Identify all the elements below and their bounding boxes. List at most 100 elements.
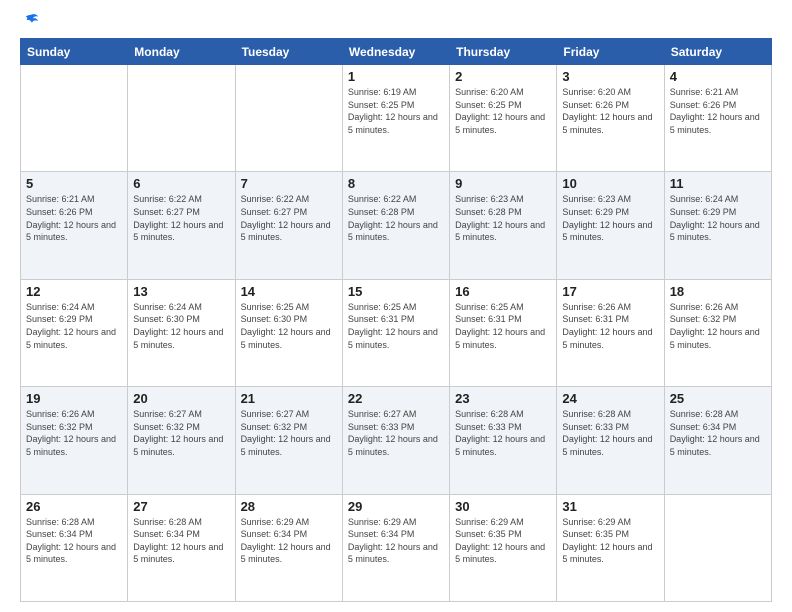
day-info: Sunrise: 6:28 AMSunset: 6:33 PMDaylight:… — [455, 408, 551, 458]
calendar-cell: 26 Sunrise: 6:28 AMSunset: 6:34 PMDayligh… — [21, 494, 128, 601]
day-number: 24 — [562, 391, 658, 406]
day-number: 31 — [562, 499, 658, 514]
calendar-header-saturday: Saturday — [664, 39, 771, 65]
calendar-cell: 2 Sunrise: 6:20 AMSunset: 6:25 PMDaylight… — [450, 65, 557, 172]
day-info: Sunrise: 6:28 AMSunset: 6:33 PMDaylight:… — [562, 408, 658, 458]
day-info: Sunrise: 6:22 AMSunset: 6:28 PMDaylight:… — [348, 193, 444, 243]
day-number: 13 — [133, 284, 229, 299]
calendar-cell: 21 Sunrise: 6:27 AMSunset: 6:32 PMDayligh… — [235, 387, 342, 494]
calendar-header-wednesday: Wednesday — [342, 39, 449, 65]
day-info: Sunrise: 6:29 AMSunset: 6:35 PMDaylight:… — [562, 516, 658, 566]
day-number: 6 — [133, 176, 229, 191]
day-info: Sunrise: 6:28 AMSunset: 6:34 PMDaylight:… — [670, 408, 766, 458]
calendar-cell: 27Sunrise: 6:28 AMSunset: 6:34 PMDayligh… — [128, 494, 235, 601]
calendar-cell — [21, 65, 128, 172]
day-info: Sunrise: 6:26 AMSunset: 6:32 PMDaylight:… — [26, 408, 122, 458]
day-number: 28 — [241, 499, 337, 514]
day-number: 10 — [562, 176, 658, 191]
day-info: Sunrise: 6:25 AMSunset: 6:31 PMDaylight:… — [348, 301, 444, 351]
day-info: Sunrise: 6:24 AMSunset: 6:29 PMDaylight:… — [670, 193, 766, 243]
calendar-cell: 23 Sunrise: 6:28 AMSunset: 6:33 PMDayligh… — [450, 387, 557, 494]
calendar-cell: 3Sunrise: 6:20 AMSunset: 6:26 PMDaylight… — [557, 65, 664, 172]
day-number: 5 — [26, 176, 122, 191]
calendar-cell: 22 Sunrise: 6:27 AMSunset: 6:33 PMDayligh… — [342, 387, 449, 494]
calendar-cell: 15Sunrise: 6:25 AMSunset: 6:31 PMDayligh… — [342, 279, 449, 386]
calendar-cell: 7Sunrise: 6:22 AMSunset: 6:27 PMDaylight… — [235, 172, 342, 279]
logo-bird-icon — [22, 12, 40, 30]
calendar-week-row: 26 Sunrise: 6:28 AMSunset: 6:34 PMDayligh… — [21, 494, 772, 601]
day-number: 2 — [455, 69, 551, 84]
day-number: 18 — [670, 284, 766, 299]
day-info: Sunrise: 6:23 AMSunset: 6:29 PMDaylight:… — [562, 193, 658, 243]
day-info: Sunrise: 6:21 AMSunset: 6:26 PMDaylight:… — [26, 193, 122, 243]
day-info: Sunrise: 6:22 AMSunset: 6:27 PMDaylight:… — [133, 193, 229, 243]
calendar-cell: 18 Sunrise: 6:26 AMSunset: 6:32 PMDayligh… — [664, 279, 771, 386]
calendar-cell: 19Sunrise: 6:26 AMSunset: 6:32 PMDayligh… — [21, 387, 128, 494]
calendar-cell: 10 Sunrise: 6:23 AMSunset: 6:29 PMDayligh… — [557, 172, 664, 279]
day-info: Sunrise: 6:25 AMSunset: 6:31 PMDaylight:… — [455, 301, 551, 351]
calendar-table: SundayMondayTuesdayWednesdayThursdayFrid… — [20, 38, 772, 602]
calendar-cell: 25 Sunrise: 6:28 AMSunset: 6:34 PMDayligh… — [664, 387, 771, 494]
day-number: 11 — [670, 176, 766, 191]
calendar-cell: 13Sunrise: 6:24 AMSunset: 6:30 PMDayligh… — [128, 279, 235, 386]
calendar-cell: 24 Sunrise: 6:28 AMSunset: 6:33 PMDayligh… — [557, 387, 664, 494]
day-info: Sunrise: 6:28 AMSunset: 6:34 PMDaylight:… — [26, 516, 122, 566]
day-number: 12 — [26, 284, 122, 299]
calendar-cell: 5 Sunrise: 6:21 AMSunset: 6:26 PMDaylight… — [21, 172, 128, 279]
day-number: 29 — [348, 499, 444, 514]
day-info: Sunrise: 6:27 AMSunset: 6:32 PMDaylight:… — [133, 408, 229, 458]
day-number: 21 — [241, 391, 337, 406]
day-number: 22 — [348, 391, 444, 406]
calendar-cell: 30 Sunrise: 6:29 AMSunset: 6:35 PMDayligh… — [450, 494, 557, 601]
day-number: 7 — [241, 176, 337, 191]
calendar-cell: 16 Sunrise: 6:25 AMSunset: 6:31 PMDayligh… — [450, 279, 557, 386]
calendar-week-row: 19Sunrise: 6:26 AMSunset: 6:32 PMDayligh… — [21, 387, 772, 494]
day-number: 20 — [133, 391, 229, 406]
day-info: Sunrise: 6:27 AMSunset: 6:33 PMDaylight:… — [348, 408, 444, 458]
calendar-header-thursday: Thursday — [450, 39, 557, 65]
day-number: 8 — [348, 176, 444, 191]
day-info: Sunrise: 6:29 AMSunset: 6:35 PMDaylight:… — [455, 516, 551, 566]
day-number: 16 — [455, 284, 551, 299]
calendar-week-row: 1Sunrise: 6:19 AMSunset: 6:25 PMDaylight… — [21, 65, 772, 172]
calendar-cell: 12 Sunrise: 6:24 AMSunset: 6:29 PMDayligh… — [21, 279, 128, 386]
day-number: 25 — [670, 391, 766, 406]
calendar-cell: 31 Sunrise: 6:29 AMSunset: 6:35 PMDayligh… — [557, 494, 664, 601]
day-info: Sunrise: 6:25 AMSunset: 6:30 PMDaylight:… — [241, 301, 337, 351]
calendar-cell: 28 Sunrise: 6:29 AMSunset: 6:34 PMDayligh… — [235, 494, 342, 601]
day-info: Sunrise: 6:23 AMSunset: 6:28 PMDaylight:… — [455, 193, 551, 243]
day-number: 30 — [455, 499, 551, 514]
day-info: Sunrise: 6:24 AMSunset: 6:29 PMDaylight:… — [26, 301, 122, 351]
calendar-cell: 8 Sunrise: 6:22 AMSunset: 6:28 PMDaylight… — [342, 172, 449, 279]
day-info: Sunrise: 6:20 AMSunset: 6:25 PMDaylight:… — [455, 86, 551, 136]
calendar-header-row: SundayMondayTuesdayWednesdayThursdayFrid… — [21, 39, 772, 65]
day-number: 3 — [562, 69, 658, 84]
page: SundayMondayTuesdayWednesdayThursdayFrid… — [0, 0, 792, 612]
calendar-cell — [664, 494, 771, 601]
day-info: Sunrise: 6:26 AMSunset: 6:32 PMDaylight:… — [670, 301, 766, 351]
calendar-cell — [235, 65, 342, 172]
day-number: 27 — [133, 499, 229, 514]
day-info: Sunrise: 6:21 AMSunset: 6:26 PMDaylight:… — [670, 86, 766, 136]
calendar-cell: 14 Sunrise: 6:25 AMSunset: 6:30 PMDayligh… — [235, 279, 342, 386]
day-number: 4 — [670, 69, 766, 84]
calendar-cell — [128, 65, 235, 172]
day-number: 17 — [562, 284, 658, 299]
calendar-cell: 20 Sunrise: 6:27 AMSunset: 6:32 PMDayligh… — [128, 387, 235, 494]
calendar-cell: 6 Sunrise: 6:22 AMSunset: 6:27 PMDaylight… — [128, 172, 235, 279]
day-number: 26 — [26, 499, 122, 514]
calendar-header-sunday: Sunday — [21, 39, 128, 65]
calendar-cell: 1Sunrise: 6:19 AMSunset: 6:25 PMDaylight… — [342, 65, 449, 172]
day-number: 23 — [455, 391, 551, 406]
calendar-week-row: 12 Sunrise: 6:24 AMSunset: 6:29 PMDayligh… — [21, 279, 772, 386]
calendar-header-monday: Monday — [128, 39, 235, 65]
calendar-header-friday: Friday — [557, 39, 664, 65]
calendar-cell: 17 Sunrise: 6:26 AMSunset: 6:31 PMDayligh… — [557, 279, 664, 386]
day-number: 14 — [241, 284, 337, 299]
day-info: Sunrise: 6:29 AMSunset: 6:34 PMDaylight:… — [241, 516, 337, 566]
day-info: Sunrise: 6:19 AMSunset: 6:25 PMDaylight:… — [348, 86, 444, 136]
calendar-cell: 4 Sunrise: 6:21 AMSunset: 6:26 PMDaylight… — [664, 65, 771, 172]
day-info: Sunrise: 6:29 AMSunset: 6:34 PMDaylight:… — [348, 516, 444, 566]
day-info: Sunrise: 6:27 AMSunset: 6:32 PMDaylight:… — [241, 408, 337, 458]
day-info: Sunrise: 6:26 AMSunset: 6:31 PMDaylight:… — [562, 301, 658, 351]
